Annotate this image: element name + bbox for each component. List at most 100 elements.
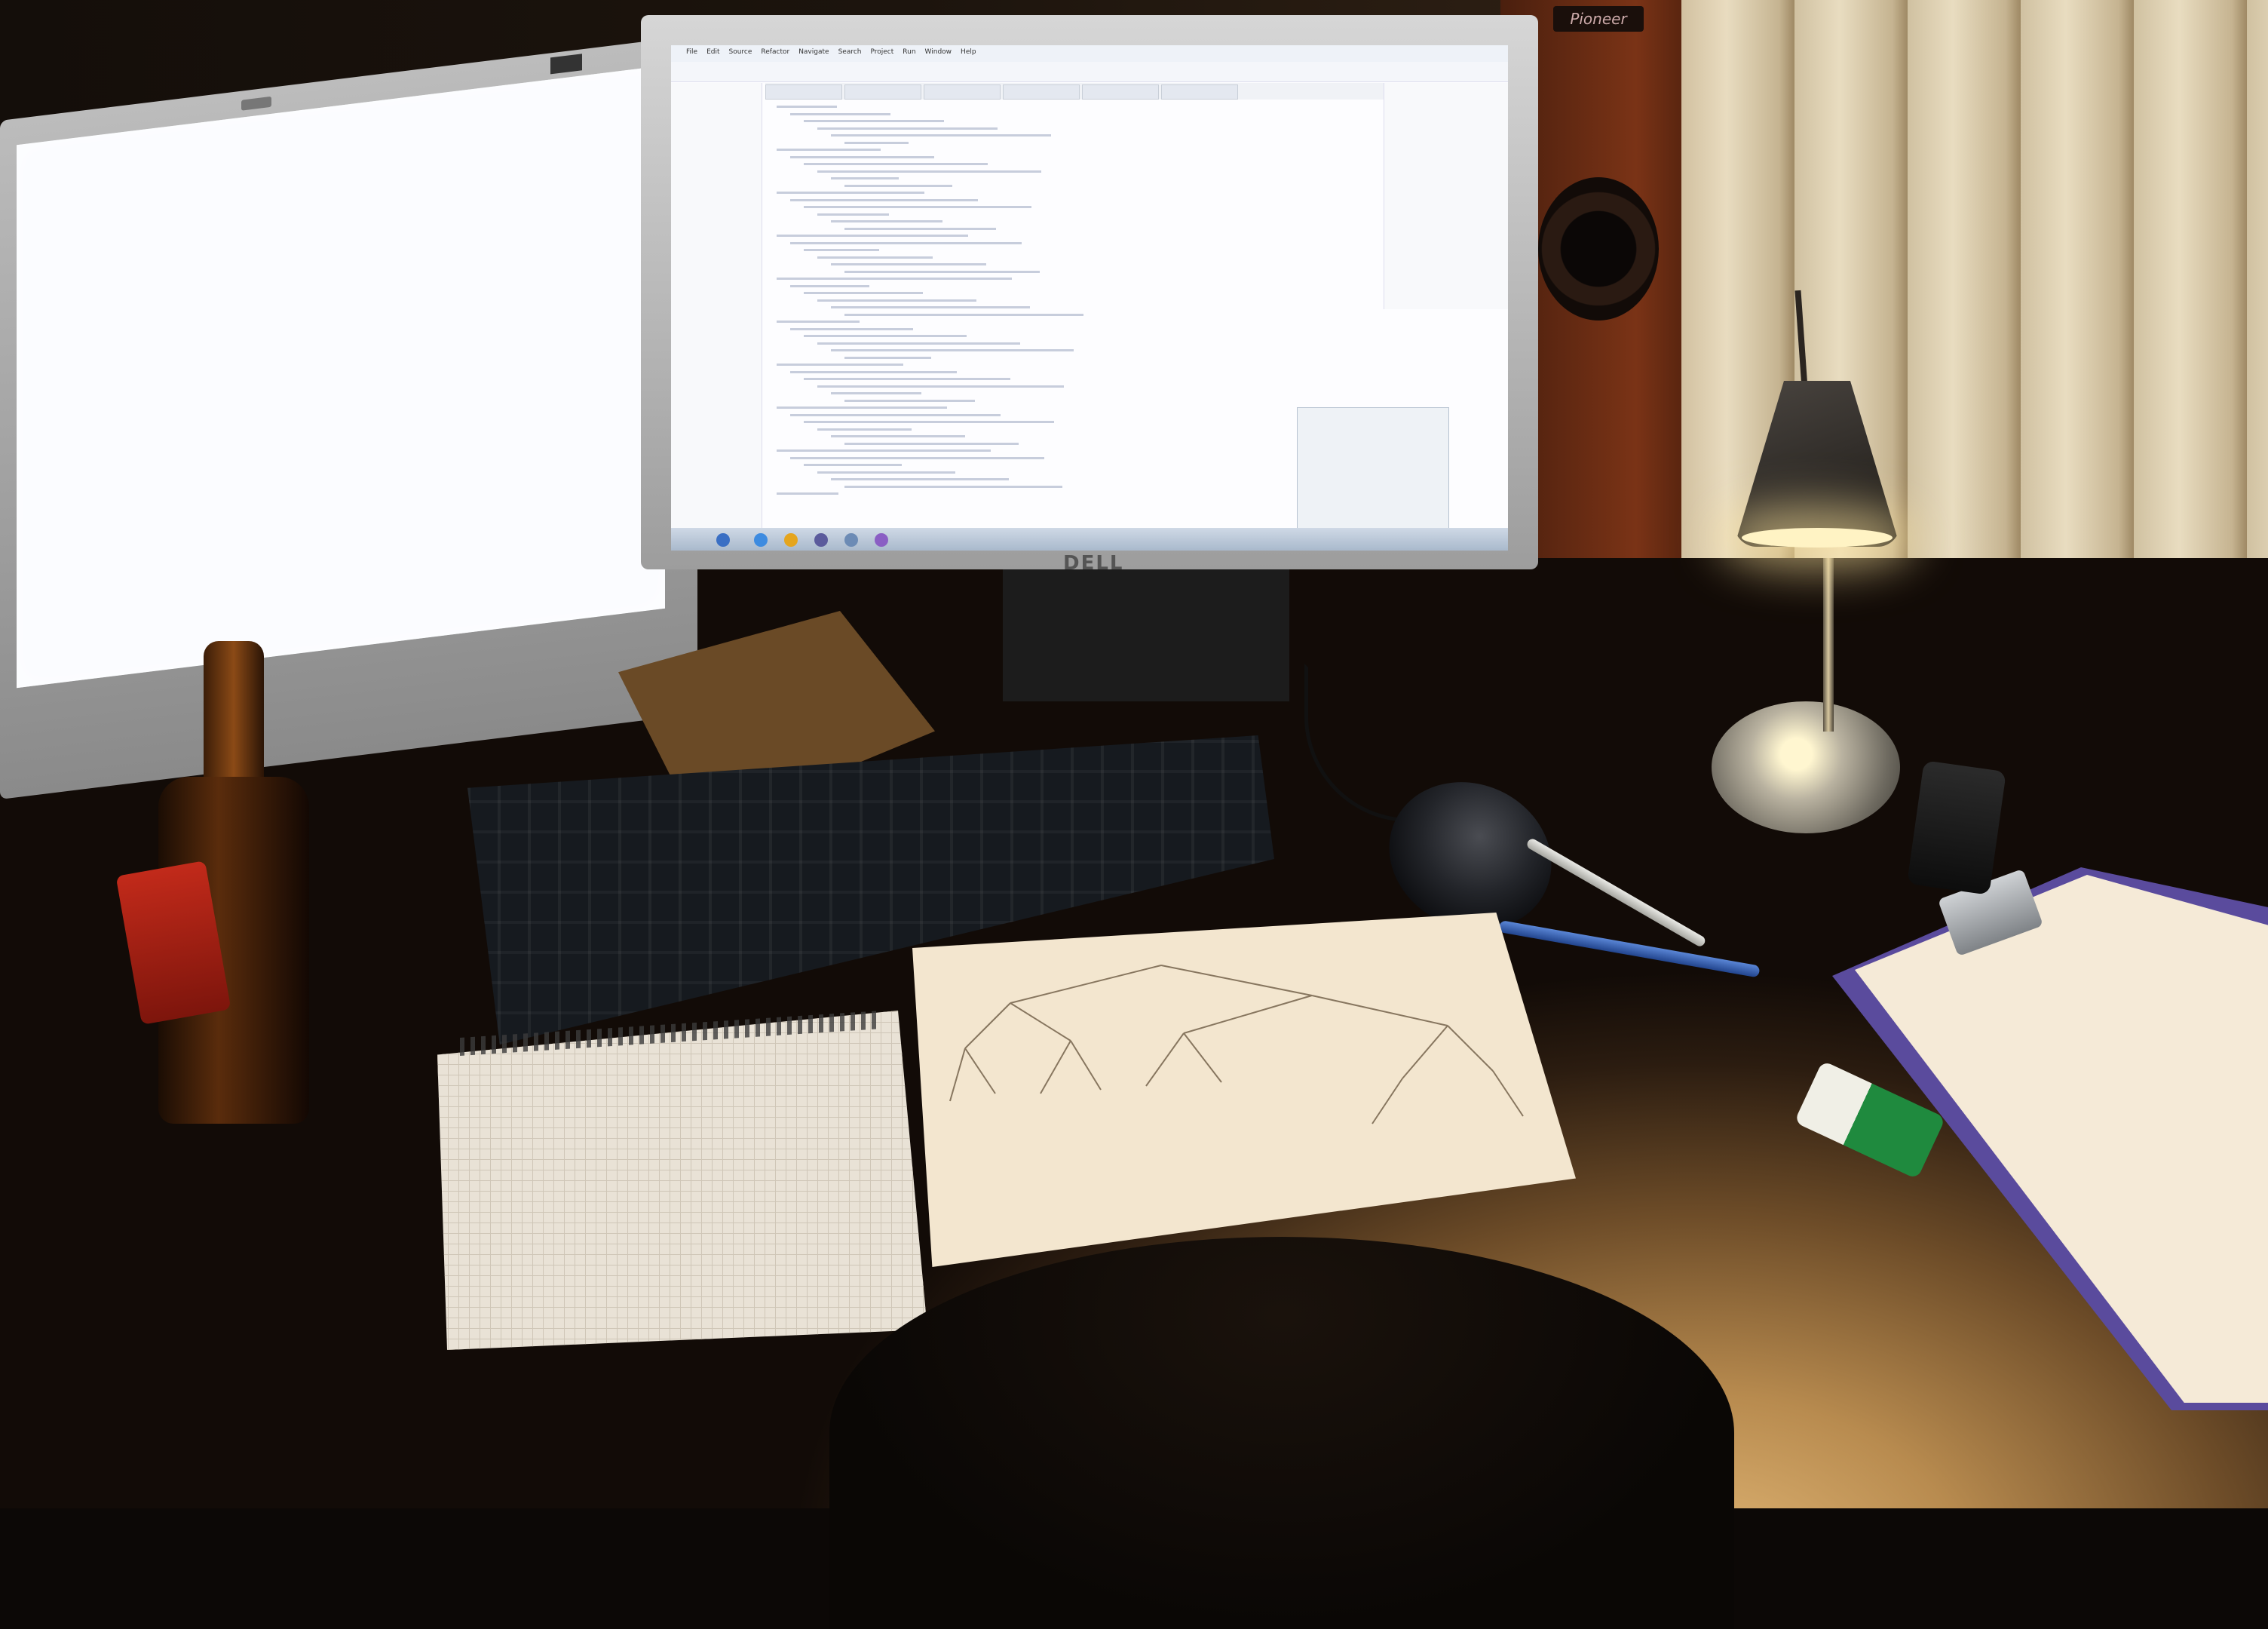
calendar-popup [1297, 407, 1449, 529]
code-line [817, 342, 1020, 345]
code-line [777, 449, 991, 452]
left-monitor-badge [550, 54, 582, 75]
dell-logo: DELL [1063, 552, 1124, 575]
code-line [831, 177, 899, 179]
code-line [777, 406, 947, 409]
code-line [804, 292, 923, 294]
left-monitor-logo [241, 96, 271, 111]
code-line [804, 249, 879, 251]
right-monitor-stand [1003, 566, 1289, 701]
ide-toolbar [671, 62, 1508, 82]
code-line [804, 464, 902, 466]
code-line [817, 428, 912, 431]
lamp-bulb-glow [1742, 528, 1893, 548]
code-line [817, 170, 1041, 173]
code-line [831, 134, 1051, 137]
code-line [844, 227, 996, 230]
outline-pane[interactable] [1384, 83, 1508, 309]
editor-tab[interactable] [1003, 84, 1080, 100]
code-line [777, 278, 1012, 280]
browser-icon[interactable] [754, 533, 768, 547]
code-line [777, 149, 881, 151]
mobile-phone [1907, 760, 2006, 895]
bottle-neck [204, 641, 264, 792]
editor-tab[interactable] [844, 84, 921, 100]
code-line [790, 112, 890, 115]
code-line [831, 392, 921, 394]
menu-window[interactable]: Window [925, 48, 952, 56]
code-line [817, 385, 1064, 388]
code-line [844, 184, 952, 187]
code-line [790, 241, 1022, 244]
code-line [777, 321, 860, 323]
app-icon[interactable] [875, 533, 888, 547]
speaker-logo: Pioneer [1553, 6, 1644, 32]
left-monitor-screen[interactable] [17, 65, 665, 689]
editor-tab[interactable] [924, 84, 1001, 100]
code-line [817, 127, 998, 130]
right-monitor: File Edit Source Refactor Navigate Searc… [641, 15, 1538, 575]
app-icon[interactable] [844, 533, 858, 547]
code-line [844, 485, 1062, 488]
code-line [844, 141, 909, 144]
code-line [790, 198, 978, 201]
code-line [790, 456, 1044, 459]
code-line [790, 370, 957, 373]
editor-tab[interactable] [1082, 84, 1159, 100]
project-explorer[interactable] [671, 83, 762, 535]
menu-search[interactable]: Search [838, 48, 862, 56]
code-line [831, 263, 986, 265]
app-icon[interactable] [814, 533, 828, 547]
code-line [777, 492, 838, 495]
editor-tabs [765, 83, 1384, 100]
ide-menubar: File Edit Source Refactor Navigate Searc… [671, 45, 1508, 63]
editor-tab[interactable] [765, 84, 842, 100]
lamp-pole [1823, 558, 1834, 732]
menu-edit[interactable]: Edit [706, 48, 719, 56]
start-button-icon[interactable] [716, 533, 730, 547]
code-line [790, 155, 934, 158]
code-line [790, 413, 1001, 416]
menu-source[interactable]: Source [729, 48, 752, 56]
code-line [817, 471, 955, 474]
menu-navigate[interactable]: Navigate [798, 48, 829, 56]
code-line [817, 299, 976, 302]
code-line [777, 235, 968, 237]
tree-diagram-sketch [949, 965, 1524, 1124]
folder-icon[interactable] [784, 533, 798, 547]
code-line [844, 399, 975, 402]
menu-help[interactable]: Help [961, 48, 976, 56]
code-line [844, 313, 1083, 316]
code-line [831, 220, 942, 222]
code-line [831, 306, 1030, 308]
code-line [844, 356, 931, 359]
menu-refactor[interactable]: Refactor [761, 48, 789, 56]
lamp-base [1712, 701, 1900, 833]
code-line [777, 192, 924, 194]
code-editor[interactable] [769, 106, 1372, 513]
code-line [831, 478, 1009, 480]
speaker-woofer [1538, 177, 1659, 321]
code-line [817, 213, 889, 216]
code-line [817, 256, 933, 259]
editor-tab[interactable] [1161, 84, 1238, 100]
menu-project[interactable]: Project [870, 48, 893, 56]
right-monitor-screen[interactable]: File Edit Source Refactor Navigate Searc… [671, 45, 1508, 551]
code-line [804, 421, 1054, 423]
code-line [790, 327, 913, 330]
grid-notepad [437, 1011, 927, 1350]
code-line [831, 435, 965, 437]
chair-shadow [829, 1237, 1734, 1629]
code-line [831, 349, 1074, 351]
menu-run[interactable]: Run [903, 48, 915, 56]
code-line [844, 442, 1019, 445]
menu-file[interactable]: File [686, 48, 697, 56]
code-line [804, 163, 988, 165]
code-line [804, 206, 1031, 208]
taskbar [671, 528, 1508, 551]
code-line [777, 106, 837, 108]
code-line [844, 270, 1040, 273]
code-line [777, 364, 903, 366]
code-line [804, 335, 967, 337]
code-line [804, 378, 1010, 380]
